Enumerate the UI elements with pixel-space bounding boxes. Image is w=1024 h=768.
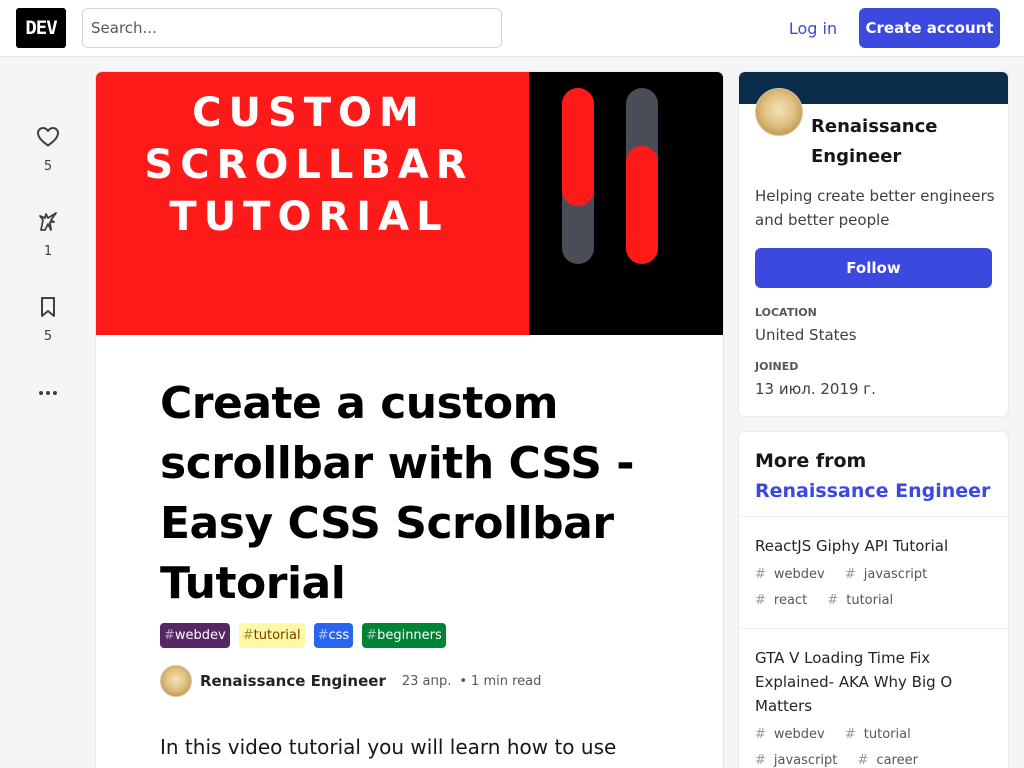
search-input[interactable] xyxy=(82,8,502,48)
location-label: LOCATION xyxy=(755,306,817,319)
author-name[interactable]: Renaissance Engineer xyxy=(200,672,386,690)
article-author-row: Renaissance Engineer 23 апр. • 1 min rea… xyxy=(160,665,541,697)
bookmark-icon xyxy=(41,297,55,317)
post-title[interactable]: GTA V Loading Time Fix Explained- AKA Wh… xyxy=(755,646,995,718)
post-tag[interactable]: # javascript xyxy=(845,567,935,582)
post-tags: # webdev # javascript # react # tutorial xyxy=(755,562,995,614)
author-avatar[interactable] xyxy=(160,665,192,697)
joined-label: JOINED xyxy=(755,360,799,373)
cover-line-2: SCROLLBAR xyxy=(144,142,474,188)
post-tag[interactable]: # tutorial xyxy=(827,593,901,608)
article-tags: #webdev #tutorial #css #beginners xyxy=(160,623,446,648)
location-value: United States xyxy=(755,326,857,344)
divider xyxy=(739,628,1008,629)
save-reaction[interactable]: 5 xyxy=(28,295,68,344)
cover-line-3: TUTORIAL xyxy=(169,194,449,240)
article-body: In this video tutorial you will learn ho… xyxy=(160,735,617,768)
post-tag[interactable]: # react xyxy=(755,593,815,608)
post-tag[interactable]: # javascript xyxy=(755,753,845,768)
create-account-button[interactable]: Create account xyxy=(859,8,1000,48)
unicorn-icon xyxy=(39,212,57,231)
profile-avatar[interactable] xyxy=(755,88,803,136)
tag-beginners[interactable]: #beginners xyxy=(362,623,446,648)
more-from-card: More from Renaissance Engineer ReactJS G… xyxy=(739,432,1008,768)
save-count: 5 xyxy=(43,329,53,344)
list-item[interactable]: ReactJS Giphy API Tutorial # webdev # java… xyxy=(755,534,995,614)
like-count: 5 xyxy=(43,159,53,174)
post-title[interactable]: ReactJS Giphy API Tutorial xyxy=(755,534,995,558)
article-title: Create a custom scrollbar with CSS - Eas… xyxy=(160,378,635,609)
post-tag[interactable]: # tutorial xyxy=(845,727,919,742)
heart-icon xyxy=(37,127,59,147)
list-item[interactable]: GTA V Loading Time Fix Explained- AKA Wh… xyxy=(755,646,995,768)
publish-date: 23 апр. xyxy=(401,673,452,689)
post-tags: # webdev # tutorial # javascript # career xyxy=(755,722,995,768)
unicorn-reaction[interactable]: 1 xyxy=(28,210,68,259)
profile-name[interactable]: Renaissance Engineer xyxy=(811,112,991,172)
cover-line-1: CUSTOM xyxy=(192,90,426,136)
cover-image: CUSTOM SCROLLBAR TUTORIAL xyxy=(96,72,723,335)
more-options-button[interactable] xyxy=(28,381,68,405)
dev-logo[interactable]: DEV xyxy=(16,8,66,48)
post-tag[interactable]: # webdev xyxy=(755,567,833,582)
ellipsis-icon xyxy=(39,391,57,395)
tag-tutorial[interactable]: #tutorial xyxy=(238,623,305,648)
article-card: CUSTOM SCROLLBAR TUTORIAL Create a custo… xyxy=(96,72,723,768)
profile-bio: Helping create better engineers and bett… xyxy=(755,187,995,229)
post-tag[interactable]: # webdev xyxy=(755,727,833,742)
meta-separator: • xyxy=(459,673,468,689)
top-header: DEV Log in Create account xyxy=(0,0,1024,57)
more-from-author-link[interactable]: Renaissance Engineer xyxy=(755,480,990,502)
author-profile-card: Renaissance Engineer Helping create bett… xyxy=(739,72,1008,416)
joined-value: 13 июл. 2019 г. xyxy=(755,380,876,398)
scrollbar-thumb-left xyxy=(562,88,594,206)
divider xyxy=(739,516,1008,517)
read-time: 1 min read xyxy=(471,673,542,689)
login-link[interactable]: Log in xyxy=(776,8,850,48)
post-tag[interactable]: # career xyxy=(858,753,926,768)
scrollbar-thumb-right xyxy=(626,146,658,264)
like-reaction[interactable]: 5 xyxy=(28,125,68,174)
tag-webdev[interactable]: #webdev xyxy=(160,623,230,648)
tag-css[interactable]: #css xyxy=(313,623,354,648)
follow-button[interactable]: Follow xyxy=(755,248,992,288)
unicorn-count: 1 xyxy=(43,244,53,259)
more-from-heading: More from Renaissance Engineer xyxy=(755,450,991,502)
